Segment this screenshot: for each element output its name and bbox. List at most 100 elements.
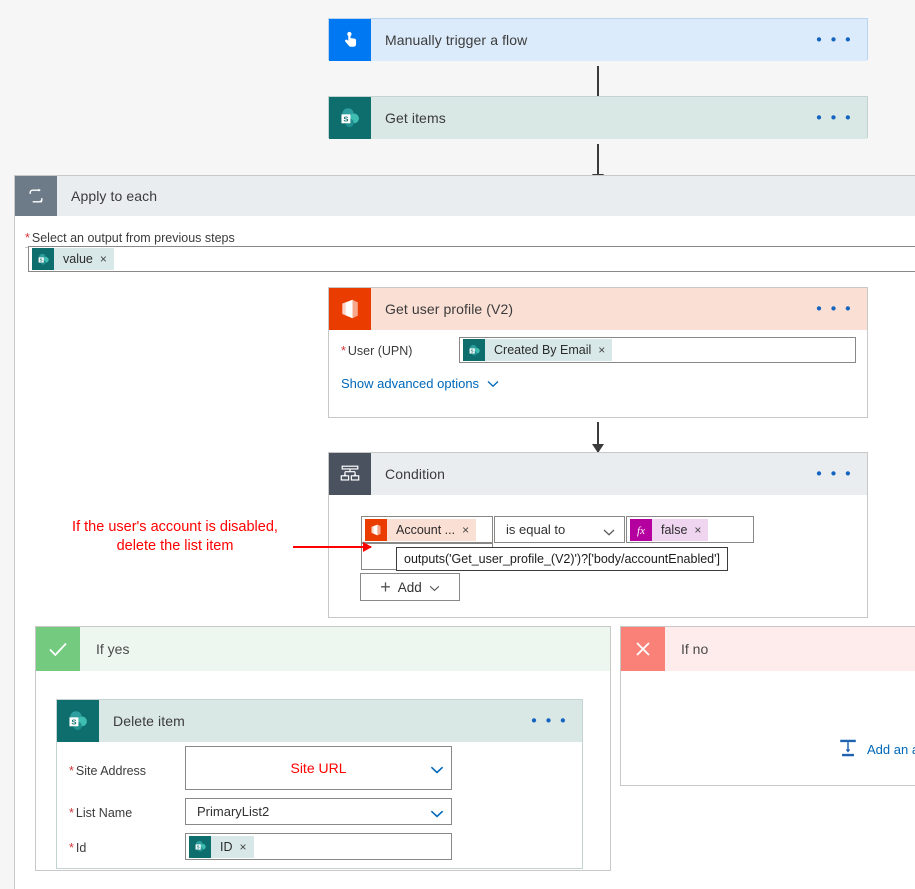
svg-text:S: S — [196, 844, 199, 849]
sharepoint-icon: S — [57, 700, 99, 742]
condition-left-operand[interactable]: Account ... × — [361, 516, 493, 543]
annotation-line-1: If the user's account is disabled, — [72, 519, 278, 535]
get-items-card-title: Get items — [385, 110, 446, 126]
site-address-value: Site URL — [290, 760, 347, 776]
required-star: * — [69, 764, 74, 778]
delete-item-menu-button[interactable]: • • • — [531, 714, 568, 729]
sharepoint-icon: S — [329, 97, 371, 139]
show-advanced-options-label: Show advanced options — [341, 376, 480, 391]
token-false-remove[interactable]: × — [694, 519, 708, 541]
svg-text:S: S — [343, 114, 348, 123]
condition-title: Condition — [385, 466, 446, 482]
site-address-label: * Site Address — [69, 763, 146, 778]
get-user-profile-field-label: * User (UPN) — [341, 343, 412, 358]
list-name-label: * List Name — [69, 805, 132, 820]
token-account-enabled[interactable]: Account ... × — [365, 518, 477, 541]
site-address-label-text: Site Address — [75, 764, 147, 778]
svg-text:S: S — [39, 257, 42, 262]
token-value-label: value — [63, 252, 93, 266]
get-items-card[interactable]: S Get items • • • — [328, 96, 868, 139]
user-upn-input[interactable]: S Created By Email × — [459, 337, 856, 363]
if-no-header[interactable]: If no — [621, 627, 915, 671]
if-no-add-action-link[interactable]: Add an ac — [837, 737, 915, 762]
list-name-dropdown[interactable]: PrimaryList2 — [185, 798, 452, 825]
expression-tooltip: outputs('Get_user_profile_(V2)')?['body/… — [396, 547, 728, 571]
trigger-card[interactable]: Manually trigger a flow • • • — [328, 18, 868, 61]
delete-item-title: Delete item — [113, 713, 185, 729]
condition-operator-value: is equal to — [506, 522, 566, 537]
svg-text:S: S — [470, 348, 473, 353]
chevron-down-icon — [430, 763, 444, 774]
chevron-down-icon — [430, 806, 444, 818]
list-name-value: PrimaryList2 — [197, 804, 270, 819]
trigger-card-menu-button[interactable]: • • • — [816, 33, 853, 48]
id-input[interactable]: S ID × — [185, 833, 452, 860]
if-yes-title: If yes — [96, 641, 130, 657]
get-user-profile-menu-button[interactable]: • • • — [816, 302, 853, 317]
if-yes-header[interactable]: If yes — [36, 627, 610, 671]
list-name-label-text: List Name — [75, 806, 133, 820]
add-row-button[interactable]: + Add — [360, 573, 460, 601]
required-star: * — [69, 806, 74, 820]
svg-text:S: S — [71, 717, 76, 726]
token-value-remove[interactable]: × — [100, 248, 114, 270]
token-id[interactable]: S ID × — [189, 835, 254, 858]
required-star: * — [341, 344, 346, 358]
delete-item-card[interactable]: S Delete item • • • * Site Address Site U… — [56, 699, 583, 869]
add-action-icon — [837, 737, 859, 762]
sharepoint-icon: S — [32, 248, 54, 270]
condition-right-operand[interactable]: fx false × — [626, 516, 754, 543]
office365-icon — [365, 518, 387, 541]
annotation-text: If the user's account is disabled, delet… — [55, 518, 295, 556]
loop-icon — [15, 176, 57, 216]
chevron-down-icon — [429, 580, 440, 595]
get-items-card-menu-button[interactable]: • • • — [816, 111, 853, 126]
token-created-by-email-remove[interactable]: × — [598, 339, 612, 361]
token-created-by-email-label: Created By Email — [494, 343, 592, 357]
get-items-card-header[interactable]: S Get items • • • — [329, 97, 867, 139]
trigger-card-title: Manually trigger a flow — [385, 32, 528, 48]
token-id-label: ID — [220, 839, 233, 854]
add-row-label: Add — [397, 579, 422, 595]
connector-profile-to-condition — [592, 422, 604, 453]
user-upn-label: User (UPN) — [347, 344, 413, 358]
token-false[interactable]: fx false × — [630, 518, 709, 541]
token-false-label: false — [661, 522, 688, 537]
required-star: * — [25, 231, 30, 245]
office365-icon — [329, 288, 371, 330]
sharepoint-icon: S — [463, 339, 485, 361]
id-label-text: Id — [75, 841, 87, 855]
chevron-down-icon — [487, 376, 499, 391]
get-user-profile-header[interactable]: Get user profile (V2) • • • — [329, 288, 867, 330]
checkmark-icon — [36, 627, 80, 671]
get-user-profile-title: Get user profile (V2) — [385, 301, 514, 317]
fx-icon: fx — [630, 518, 652, 541]
condition-branch-icon — [329, 453, 371, 495]
cross-icon — [621, 627, 665, 671]
id-label: * Id — [69, 840, 86, 855]
if-no-branch: If no Add an ac — [620, 626, 915, 786]
site-address-dropdown[interactable]: Site URL — [185, 746, 452, 790]
if-yes-branch: If yes S Delete item • • • * Site Address — [35, 626, 611, 871]
token-value[interactable]: S value × — [32, 248, 114, 270]
condition-operator-dropdown[interactable]: is equal to — [494, 516, 625, 543]
apply-to-each-title: Apply to each — [71, 188, 158, 204]
apply-to-each-field-label-text: Select an output from previous steps — [31, 231, 235, 245]
token-account-enabled-label: Account ... — [396, 522, 456, 537]
apply-to-each-input[interactable]: S value × — [28, 246, 915, 272]
condition-menu-button[interactable]: • • • — [816, 467, 853, 482]
annotation-arrow — [293, 542, 372, 552]
trigger-card-header[interactable]: Manually trigger a flow • • • — [329, 19, 867, 61]
token-created-by-email[interactable]: S Created By Email × — [463, 339, 613, 361]
annotation-line-2: delete the list item — [116, 538, 234, 554]
apply-to-each-header[interactable]: Apply to each — [15, 176, 915, 216]
if-no-add-action-label: Add an ac — [867, 742, 915, 757]
token-id-remove[interactable]: × — [240, 836, 254, 858]
condition-header[interactable]: Condition • • • — [329, 453, 867, 495]
sharepoint-icon: S — [189, 835, 211, 858]
get-user-profile-card[interactable]: Get user profile (V2) • • • * User (UPN) … — [328, 287, 868, 418]
token-account-enabled-remove[interactable]: × — [462, 519, 476, 541]
show-advanced-options-link[interactable]: Show advanced options — [341, 376, 499, 391]
if-no-title: If no — [681, 641, 709, 657]
delete-item-header[interactable]: S Delete item • • • — [57, 700, 582, 742]
